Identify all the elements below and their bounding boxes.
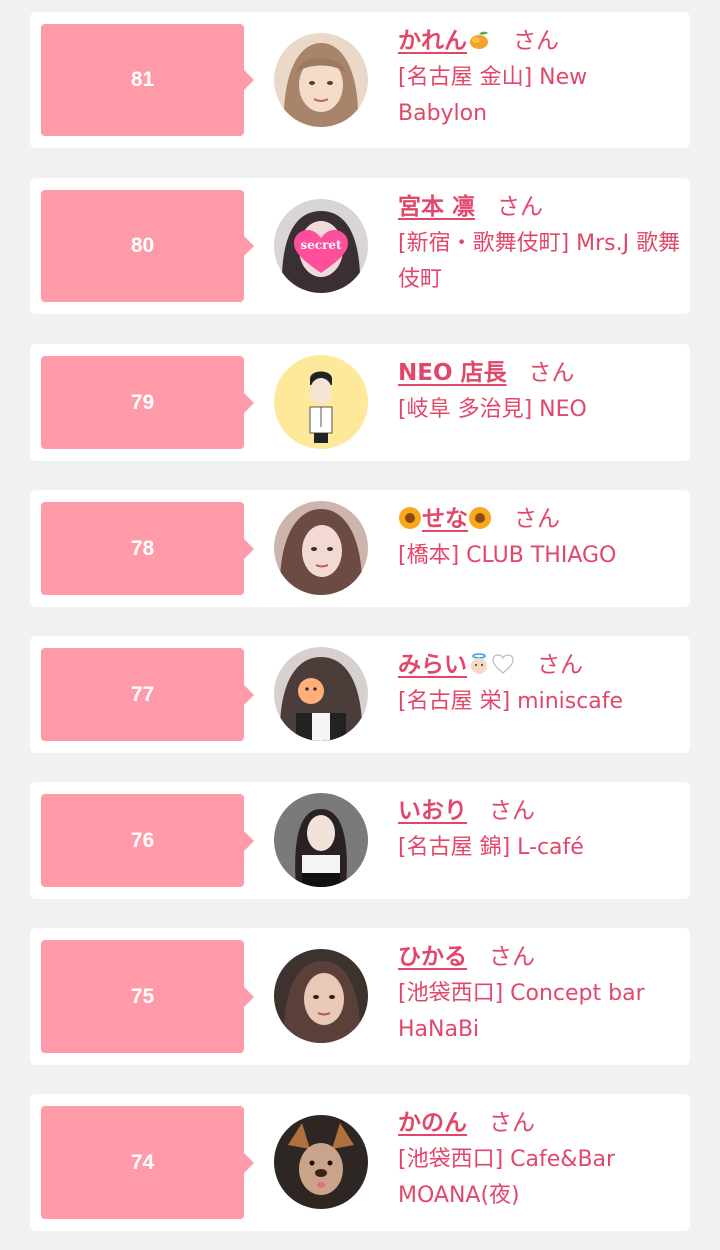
avatar[interactable] [274, 647, 368, 741]
avatar-photo-secret-heart-icon: secret [274, 199, 368, 293]
avatar[interactable]: secret [274, 199, 368, 293]
mango-icon [467, 28, 491, 52]
angel-face-icon [467, 652, 491, 676]
shop-location: [名古屋 金山] New Babylon [398, 65, 588, 126]
honorific: さん [497, 194, 544, 220]
ranking-card: 78 せな さん [橋本] CLUB THIAGO [30, 490, 690, 607]
shop-location: [新宿・歌舞伎町] Mrs.J 歌舞伎町 [398, 231, 681, 292]
user-name-link[interactable]: ひかる [398, 944, 467, 970]
avatar-photo-woman-dark-tone-icon [274, 949, 368, 1043]
avatar-photo-dog-filter-icon [274, 1115, 368, 1209]
ranking-card: 77 みらい さん [名古屋 栄] miniscafe [30, 636, 690, 753]
rank-badge: 81 [41, 24, 254, 136]
white-heart-icon [491, 652, 515, 676]
honorific: さん [513, 28, 559, 54]
avatar-photo-woman-brown-hair-icon [274, 501, 368, 595]
avatar[interactable] [274, 355, 368, 449]
shop-location: [名古屋 栄] miniscafe [398, 689, 624, 714]
rank-badge: 75 [41, 940, 254, 1053]
rank-badge: 77 [41, 648, 254, 741]
avatar[interactable] [274, 949, 368, 1043]
honorific: さん [528, 360, 575, 386]
shop-location: [池袋西口] Concept bar HaNaBi [398, 981, 645, 1042]
user-name-link[interactable]: みらい [398, 652, 515, 678]
user-name-link[interactable]: 宮本 凛 [398, 194, 475, 220]
rank-badge: 76 [41, 794, 254, 887]
avatar[interactable] [274, 33, 368, 127]
sunflower-icon [468, 506, 492, 530]
honorific: さん [489, 944, 535, 970]
honorific: さん [489, 798, 535, 824]
ranking-card: 75 ひかる さん [池袋西口] Concept bar HaNaBi [30, 928, 690, 1065]
user-name-link[interactable]: かれん [398, 28, 491, 54]
avatar-illustration-man-yellow-icon [274, 355, 368, 449]
shop-location: [橋本] CLUB THIAGO [398, 543, 617, 568]
ranking-card: 79 NEO 店長 さん [岐阜 多治見] NEO [30, 344, 690, 461]
honorific: さん [489, 1110, 535, 1136]
ranking-card: 76 いおり さん [名古屋 錦] L-café [30, 782, 690, 899]
avatar[interactable] [274, 793, 368, 887]
rank-badge: 74 [41, 1106, 254, 1219]
secret-label: secret [300, 238, 342, 252]
user-name-link[interactable]: いおり [398, 798, 467, 824]
ranking-card: 74 かのん さん [池袋西口] Cafe&Bar MOANA(夜) [30, 1094, 690, 1231]
rank-badge: 78 [41, 502, 254, 595]
shop-location: [池袋西口] Cafe&Bar MOANA(夜) [398, 1147, 616, 1208]
honorific: さん [537, 652, 583, 678]
user-name-link[interactable]: かのん [398, 1110, 467, 1136]
avatar-photo-woman-emoji-face-icon [274, 647, 368, 741]
avatar[interactable] [274, 1115, 368, 1209]
rank-badge: 79 [41, 356, 254, 449]
sunflower-icon [398, 506, 422, 530]
rank-badge: 80 [41, 190, 254, 302]
shop-location: [岐阜 多治見] NEO [398, 397, 587, 422]
user-name-link[interactable]: せな [398, 506, 492, 532]
avatar-photo-woman-dark-hair-icon [274, 793, 368, 887]
honorific: さん [514, 506, 560, 532]
ranking-card: 81 かれん さん [名古屋 金山] New Babylon [30, 12, 690, 148]
avatar-photo-woman-light-hair-icon [274, 33, 368, 127]
shop-location: [名古屋 錦] L-café [398, 835, 584, 860]
user-name-link[interactable]: NEO 店長 [398, 360, 507, 386]
ranking-card: 80 secret 宮本 凛さん [新宿・歌舞伎町] Mrs.J 歌舞伎町 [30, 178, 690, 314]
avatar[interactable] [274, 501, 368, 595]
